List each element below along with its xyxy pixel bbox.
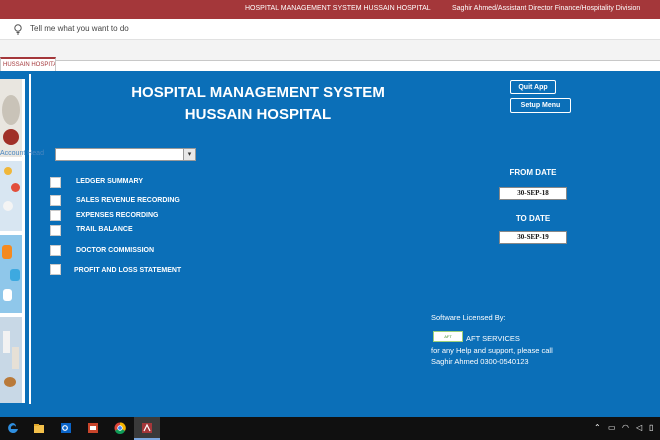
powerpoint-icon [88,423,98,433]
license-contact: Saghir Ahmed 0300-0540123 [431,357,529,366]
outlook-icon [61,423,71,433]
checkbox-doctor-commission[interactable] [50,245,61,256]
checkbox-trail-balance[interactable] [50,225,61,236]
checkbox-sales-revenue-recording[interactable] [50,195,61,206]
battery-icon[interactable]: ▯ [649,423,653,432]
license-company: AFT SERVICES [466,334,520,343]
pills-image [0,161,22,231]
side-image-strip [0,79,25,403]
divider-line [29,74,31,404]
tell-me-bar: Tell me what you want to do [0,19,660,40]
from-date-field[interactable]: 30-SEP-18 [499,187,567,200]
tab-hussain-hospital[interactable]: HUSSAIN HOSPITAL [0,57,56,71]
license-heading: Software Licensed By: [431,313,506,322]
option-profit-and-loss-statement: PROFIT AND LOSS STATEMENT [74,267,182,274]
option-sales-revenue-recording: SALES REVENUE RECORDING [76,197,180,204]
option-trail-balance: TRAIL BALANCE [76,226,133,233]
quit-app-button[interactable]: Quit App [510,80,556,94]
window-title: HOSPITAL MANAGEMENT SYSTEM HUSSAIN HOSPI… [245,5,431,12]
form-title: HOSPITAL MANAGEMENT SYSTEM HUSSAIN HOSPI… [90,82,426,126]
checkbox-profit-and-loss-statement[interactable] [50,264,61,275]
from-date-label: FROM DATE [509,168,557,177]
powerpoint-taskbar-button[interactable] [80,417,106,440]
license-help-text: for any Help and support, please call [431,346,553,355]
option-ledger-summary: LEDGER SUMMARY [76,178,144,185]
checkbox-ledger-summary[interactable] [50,177,61,188]
wifi-icon[interactable]: ◠ [622,423,629,432]
outlook-taskbar-button[interactable] [53,417,79,440]
tell-me-input[interactable]: Tell me what you want to do [30,24,129,33]
pharmacy-image [0,317,22,403]
option-expenses-recording: EXPENSES RECORDING [76,212,159,219]
edge-taskbar-button[interactable] [0,417,26,440]
document-tab-strip [0,40,660,61]
account-head-select[interactable]: ▾ [55,148,196,161]
aft-services-logo: AFT [433,331,463,342]
network-icon[interactable]: ▭ [608,423,616,432]
form-title-line2: HUSSAIN HOSPITAL [184,106,332,123]
chrome-icon [114,422,126,434]
signed-in-user[interactable]: Saghir Ahmed/Assistant Director Finance/… [452,5,640,12]
medicine-image [0,235,22,313]
checkbox-expenses-recording[interactable] [50,210,61,221]
setup-menu-button[interactable]: Setup Menu [510,98,571,113]
access-taskbar-button[interactable] [134,417,160,440]
form-title-line1: HOSPITAL MANAGEMENT SYSTEM [131,84,385,101]
access-icon [142,423,152,433]
to-date-label: TO DATE [515,214,551,223]
expert-badge-image [0,79,22,157]
show-hidden-icons-icon[interactable]: ⌃ [594,423,601,432]
file-explorer-taskbar-button[interactable] [26,417,52,440]
chevron-down-icon[interactable]: ▾ [183,149,195,160]
edge-icon [8,423,18,433]
account-head-label: Account Head [0,150,44,157]
lightbulb-icon [14,24,22,35]
taskbar: ⌃ ▭ ◠ ◁ ▯ [0,417,660,440]
option-doctor-commission: DOCTOR COMMISSION [76,247,155,254]
file-explorer-icon [34,424,44,433]
volume-icon[interactable]: ◁ [636,423,642,432]
to-date-field[interactable]: 30-SEP-19 [499,231,567,244]
title-bar: HOSPITAL MANAGEMENT SYSTEM HUSSAIN HOSPI… [0,0,660,19]
chrome-taskbar-button[interactable] [107,417,133,440]
